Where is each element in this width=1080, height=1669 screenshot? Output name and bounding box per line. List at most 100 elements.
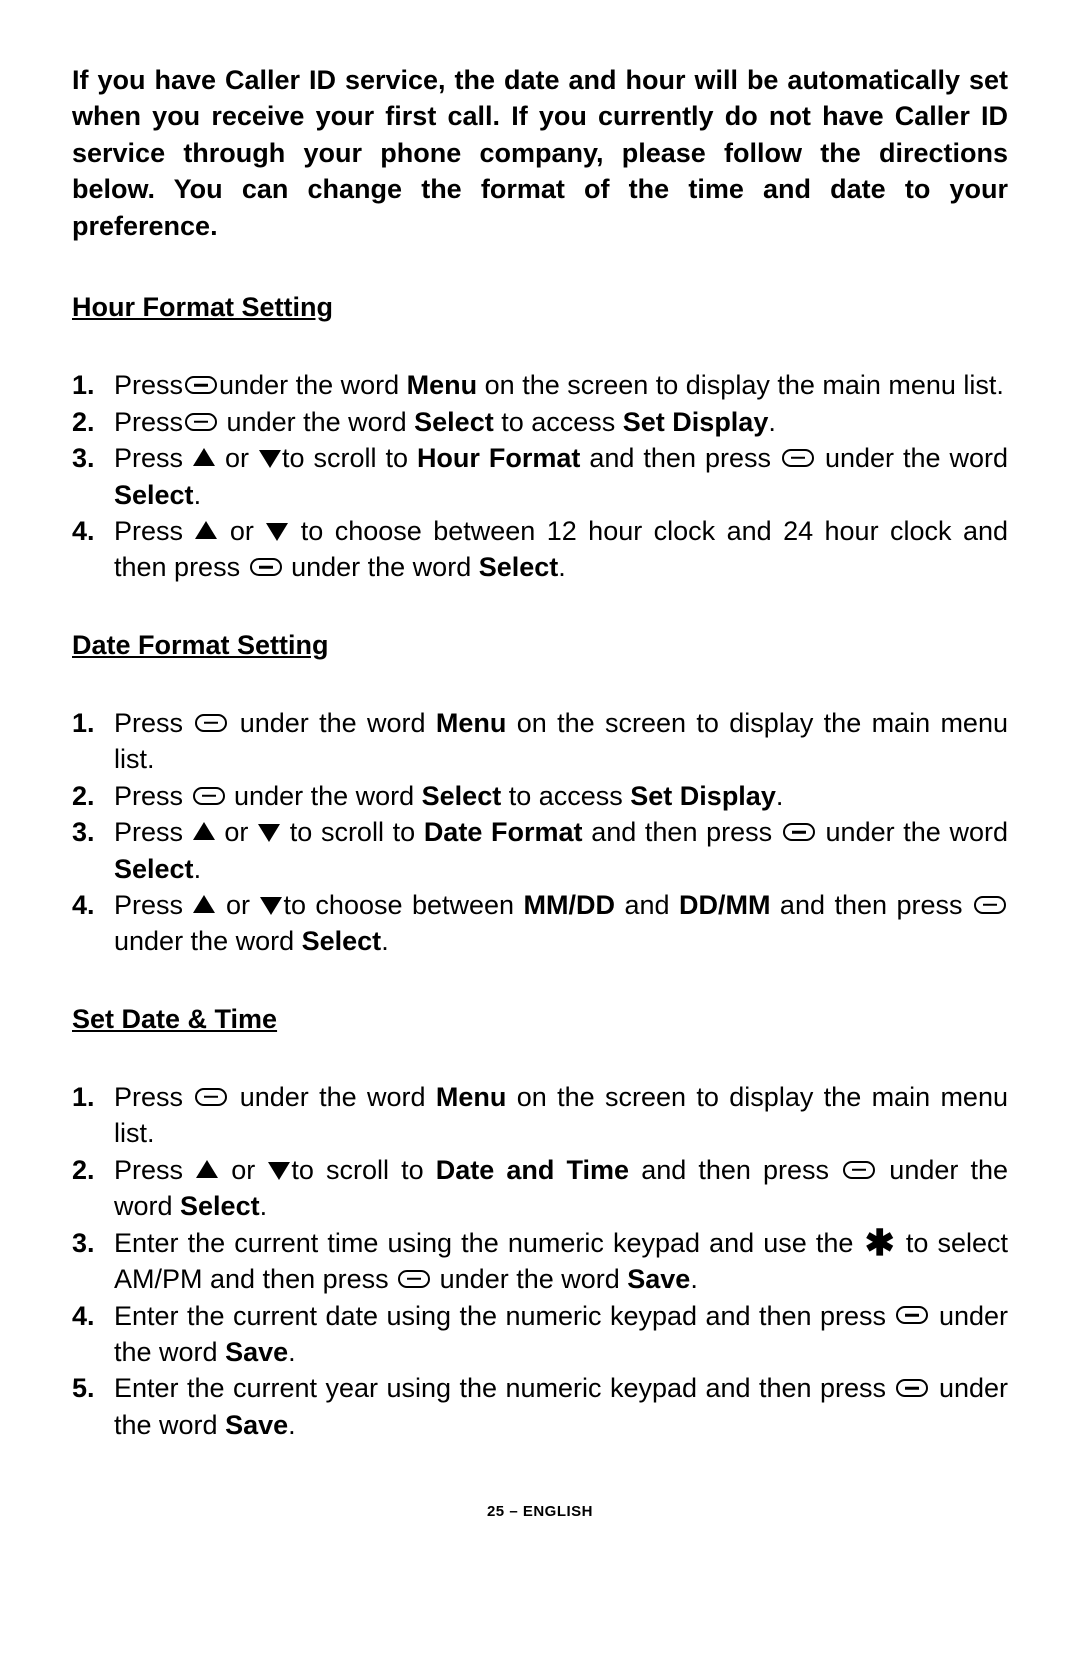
step-text: Enter the current time using the numeric… xyxy=(114,1228,863,1258)
step-text: . xyxy=(558,552,566,582)
step-text: under the word xyxy=(432,1264,627,1294)
step-text: on the screen to display the main menu l… xyxy=(477,370,1004,400)
bold-word: Select xyxy=(302,926,382,956)
step-text: . xyxy=(768,407,776,437)
bold-word: DD/MM xyxy=(679,890,770,920)
set-date-time-heading: Set Date & Time xyxy=(72,1004,1008,1035)
step-text: . xyxy=(381,926,389,956)
oval-button-icon xyxy=(398,1270,430,1288)
date-format-steps: Press under the word Menu on the screen … xyxy=(72,705,1008,960)
bold-word: Date Format xyxy=(424,817,583,847)
bold-word: Select xyxy=(114,854,194,884)
list-item: Press under the word Menu on the screen … xyxy=(72,705,1008,778)
bold-word: Menu xyxy=(436,1082,507,1112)
list-item: Press under the word Select to access Se… xyxy=(72,778,1008,814)
oval-button-icon xyxy=(250,558,282,576)
hour-format-heading: Hour Format Setting xyxy=(72,292,1008,323)
step-text: to choose between xyxy=(283,890,523,920)
step-text: under the word xyxy=(825,443,1008,473)
step-text: Press xyxy=(114,443,192,473)
bold-word: Save xyxy=(627,1264,690,1294)
step-text: or xyxy=(231,1155,267,1185)
list-item: Press or to choose between MM/DD and DD/… xyxy=(72,887,1008,960)
step-text: Press xyxy=(114,370,183,400)
step-text: Enter the current date using the numeric… xyxy=(114,1301,894,1331)
up-arrow-icon xyxy=(196,1160,218,1178)
bold-word: Menu xyxy=(436,708,507,738)
list-item: Press under the word Menu on the screen … xyxy=(72,1079,1008,1152)
bold-word: Select xyxy=(180,1191,260,1221)
down-arrow-icon xyxy=(260,897,282,915)
step-text: . xyxy=(288,1337,296,1367)
step-text: or xyxy=(226,890,259,920)
hour-format-steps: Press under the word Menu on the screen t… xyxy=(72,367,1008,586)
step-text: under the word xyxy=(227,781,422,811)
step-text: or xyxy=(224,817,257,847)
step-text: Press xyxy=(114,1082,193,1112)
step-text: and then press xyxy=(583,817,781,847)
up-arrow-icon xyxy=(193,448,215,466)
step-text: under the word xyxy=(240,708,436,738)
step-text: . xyxy=(260,1191,268,1221)
oval-button-icon xyxy=(843,1161,875,1179)
step-text: under the word xyxy=(240,1082,436,1112)
bold-word: Menu xyxy=(407,370,478,400)
step-text: to scroll to xyxy=(291,1155,435,1185)
list-item: Press under the word Menu on the screen t… xyxy=(72,367,1008,403)
intro-paragraph: If you have Caller ID service, the date … xyxy=(72,62,1008,244)
step-text: and xyxy=(615,890,679,920)
date-format-heading: Date Format Setting xyxy=(72,630,1008,661)
step-text: to access xyxy=(501,781,630,811)
step-text: or xyxy=(218,516,265,546)
list-item: Press or to scroll to Hour Format and th… xyxy=(72,440,1008,513)
list-item: Enter the current year using the numeric… xyxy=(72,1370,1008,1443)
oval-button-icon xyxy=(195,714,227,732)
step-text: Enter the current year using the numeric… xyxy=(114,1373,894,1403)
down-arrow-icon xyxy=(268,1162,290,1180)
oval-button-icon xyxy=(896,1379,928,1397)
list-item: Press under the word Select to access Se… xyxy=(72,404,1008,440)
step-text: Press xyxy=(114,890,192,920)
down-arrow-icon xyxy=(266,523,288,541)
bold-word: Save xyxy=(225,1410,288,1440)
step-text: . xyxy=(690,1264,698,1294)
list-item: Enter the current time using the numeric… xyxy=(72,1225,1008,1298)
oval-button-icon xyxy=(195,1088,227,1106)
bold-word: MM/DD xyxy=(524,890,615,920)
star-icon: ✱ xyxy=(865,1234,895,1252)
bold-word: Hour Format xyxy=(417,443,580,473)
up-arrow-icon xyxy=(193,822,215,840)
up-arrow-icon xyxy=(195,521,217,539)
step-text: . xyxy=(288,1410,296,1440)
step-text: under the word xyxy=(219,370,407,400)
step-text: under the word xyxy=(291,552,479,582)
step-text: or xyxy=(225,443,258,473)
list-item: Enter the current date using the numeric… xyxy=(72,1298,1008,1371)
step-text: under the word xyxy=(219,407,414,437)
step-text: . xyxy=(194,480,202,510)
oval-button-icon xyxy=(185,413,217,431)
oval-button-icon xyxy=(193,787,225,805)
bold-word: Select xyxy=(422,781,502,811)
step-text: and then press xyxy=(629,1155,841,1185)
step-text: Press xyxy=(114,781,191,811)
step-text: Press xyxy=(114,407,183,437)
bold-word: Set Display xyxy=(623,407,769,437)
list-item: Press or to scroll to Date Format and th… xyxy=(72,814,1008,887)
step-text: and then press xyxy=(770,890,972,920)
step-text: to scroll to xyxy=(282,443,417,473)
step-text: under the word xyxy=(114,926,302,956)
oval-button-icon xyxy=(896,1306,928,1324)
page-footer: 25 – ENGLISH xyxy=(72,1503,1008,1520)
step-text: . xyxy=(776,781,784,811)
bold-word: Select xyxy=(414,407,494,437)
up-arrow-icon xyxy=(193,895,215,913)
down-arrow-icon xyxy=(258,824,280,842)
bold-word: Select xyxy=(479,552,559,582)
step-text: to scroll to xyxy=(281,817,424,847)
step-text: Press xyxy=(114,516,194,546)
list-item: Press or to scroll to Date and Time and … xyxy=(72,1152,1008,1225)
oval-button-icon xyxy=(974,896,1006,914)
oval-button-icon xyxy=(783,823,815,841)
step-text: . xyxy=(194,854,202,884)
